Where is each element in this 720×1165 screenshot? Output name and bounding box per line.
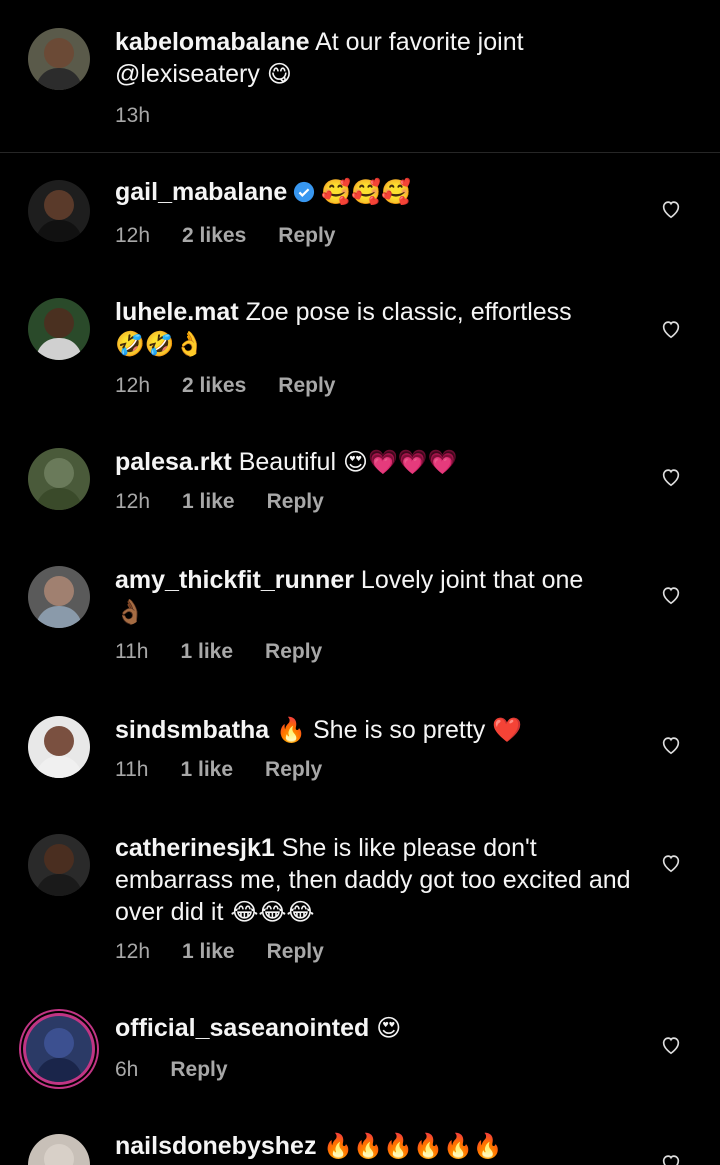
heart-outline-icon[interactable]: [660, 852, 682, 874]
comment-username[interactable]: gail_mabalane: [115, 178, 287, 206]
comment-emoji: 😍💗💗💗: [342, 448, 458, 476]
reply-button[interactable]: Reply: [267, 940, 324, 963]
comment-username[interactable]: official_saseanointed: [115, 1014, 369, 1042]
caption-meta: 13h: [115, 104, 182, 128]
comment-time: 11h: [115, 758, 149, 781]
verified-badge-icon: [294, 181, 315, 203]
caption-text: kabelomabalane At our favorite joint @le…: [115, 26, 635, 90]
comment-text: official_saseanointed 😍: [115, 1012, 635, 1044]
comment-meta: 11h 1 like Reply: [115, 758, 354, 782]
comment-emoji: 🤣🤣👌: [115, 330, 205, 358]
comment-username[interactable]: sindsmbatha: [115, 716, 269, 744]
comment-text: catherinesjk1 She is like please don't e…: [115, 832, 645, 928]
comment-text: sindsmbatha 🔥 She is so pretty ❤️: [115, 714, 635, 746]
comment-text: nailsdonebyshez 🔥🔥🔥🔥🔥🔥: [115, 1130, 635, 1162]
heart-outline-icon[interactable]: [660, 198, 682, 220]
comment-item: nailsdonebyshez 🔥🔥🔥🔥🔥🔥: [0, 1108, 720, 1165]
reply-button[interactable]: Reply: [278, 374, 335, 397]
comment-meta: 12h 2 likes Reply: [115, 224, 367, 248]
heart-outline-icon[interactable]: [660, 734, 682, 756]
avatar[interactable]: [28, 716, 90, 778]
caption-username[interactable]: kabelomabalane: [115, 28, 310, 56]
avatar[interactable]: [28, 834, 90, 896]
story-avatar[interactable]: [26, 1016, 92, 1082]
comment-time: 11h: [115, 640, 149, 663]
comment-body: Zoe pose is classic, effortless: [245, 298, 572, 326]
reply-button[interactable]: Reply: [170, 1058, 227, 1081]
comment-username[interactable]: luhele.mat: [115, 298, 239, 326]
comment-emoji: ❤️: [492, 716, 523, 744]
likes-count[interactable]: 2 likes: [182, 224, 246, 247]
comment-emoji: 🥰🥰🥰: [321, 178, 411, 206]
comment-time: 12h: [115, 374, 151, 397]
reply-button[interactable]: Reply: [265, 758, 322, 781]
avatar[interactable]: [28, 298, 90, 360]
comment-meta: 6h Reply: [115, 1058, 260, 1082]
likes-count[interactable]: 1 like: [180, 640, 233, 663]
comment-body: Beautiful: [238, 448, 336, 476]
caption-time: 13h: [115, 104, 151, 127]
likes-count[interactable]: 1 like: [182, 940, 235, 963]
heart-outline-icon[interactable]: [660, 466, 682, 488]
avatar[interactable]: [28, 28, 90, 90]
avatar[interactable]: [28, 180, 90, 242]
heart-outline-icon[interactable]: [660, 584, 682, 606]
comment-time: 12h: [115, 490, 151, 513]
comment-emoji: 🔥🔥🔥🔥🔥🔥: [323, 1132, 503, 1160]
post-caption: kabelomabalane At our favorite joint @le…: [0, 0, 720, 153]
comment-body: She is so pretty: [313, 716, 486, 744]
comment-meta: 11h 1 like Reply: [115, 640, 354, 664]
comment-username[interactable]: catherinesjk1: [115, 834, 275, 862]
heart-outline-icon[interactable]: [660, 1152, 682, 1165]
heart-outline-icon[interactable]: [660, 318, 682, 340]
comment-emoji: 👌🏾: [115, 598, 145, 626]
comment-emoji: 😂😂😂: [230, 898, 315, 926]
comment-username[interactable]: palesa.rkt: [115, 448, 232, 476]
heart-outline-icon[interactable]: [660, 1034, 682, 1056]
reply-button[interactable]: Reply: [265, 640, 322, 663]
comment-meta: 12h 2 likes Reply: [115, 374, 367, 398]
reply-button[interactable]: Reply: [278, 224, 335, 247]
comment-emoji: 😍: [376, 1014, 402, 1042]
comment-time: 6h: [115, 1058, 139, 1081]
avatar[interactable]: [28, 566, 90, 628]
comment-body: Lovely joint that one: [360, 566, 584, 594]
comment-text: palesa.rkt Beautiful 😍💗💗💗: [115, 446, 635, 478]
fire-emoji: 🔥: [276, 716, 307, 744]
comment-text: luhele.mat Zoe pose is classic, effortle…: [115, 296, 635, 360]
comment-meta: 12h 1 like Reply: [115, 490, 356, 514]
likes-count[interactable]: 1 like: [182, 490, 235, 513]
comment-username[interactable]: amy_thickfit_runner: [115, 566, 354, 594]
comment-meta: 12h 1 like Reply: [115, 940, 356, 964]
reply-button[interactable]: Reply: [267, 490, 324, 513]
comment-text: gail_mabalane 🥰🥰🥰: [115, 176, 635, 208]
likes-count[interactable]: 2 likes: [182, 374, 246, 397]
comment-username[interactable]: nailsdonebyshez: [115, 1132, 316, 1160]
comment-time: 12h: [115, 940, 151, 963]
comment-text: amy_thickfit_runner Lovely joint that on…: [115, 564, 635, 628]
caption-emoji: 😋: [266, 60, 292, 88]
avatar[interactable]: [28, 448, 90, 510]
likes-count[interactable]: 1 like: [180, 758, 233, 781]
comment-time: 12h: [115, 224, 151, 247]
avatar[interactable]: [28, 1134, 90, 1165]
